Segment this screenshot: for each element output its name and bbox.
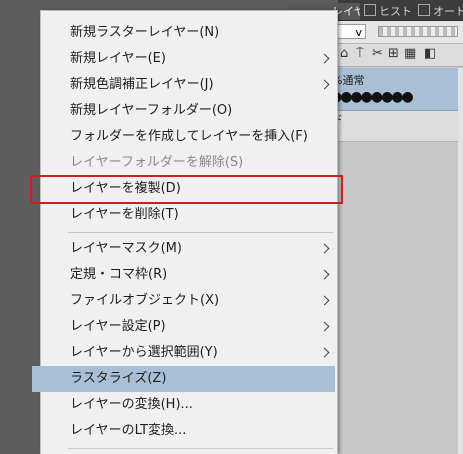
menu-item-new-correction-layer[interactable]: 新規色調補正レイヤー(J)	[41, 72, 337, 98]
menu-item-selection-from-layer[interactable]: レイヤーから選択範囲(Y)	[41, 340, 337, 366]
layer-context-menu: 新規ラスターレイヤー(N) 新規レイヤー(E) 新規色調補正レイヤー(J) 新規…	[30, 10, 343, 454]
menu-item-release-folder: レイヤーフォルダーを解除(S)	[41, 150, 337, 176]
layer-color-icon[interactable]: ▦	[404, 47, 416, 61]
chevron-right-icon	[319, 243, 330, 254]
menu-item-label: 新規色調補正レイヤー(J)	[70, 77, 214, 92]
layer-row-selected[interactable]: %通常 ●●●●●●●●	[330, 68, 463, 111]
menu-item-label: レイヤーの変換(H)...	[70, 397, 193, 412]
menu-item-new-layer-folder[interactable]: 新規レイヤーフォルダー(O)	[41, 98, 337, 124]
reference-layer-icon[interactable]: ⍑	[356, 47, 364, 61]
menu-item-create-folder-insert[interactable]: フォルダーを作成してレイヤーを挿入(F)	[41, 124, 337, 150]
lock-transparency-icon[interactable]: ⊞	[388, 47, 399, 61]
menu-item-label: ファイルオブジェクト(X)	[70, 293, 220, 308]
menu-item-label: レイヤーを削除(T)	[70, 207, 179, 222]
chevron-right-icon	[319, 347, 330, 358]
opacity-slider[interactable]	[378, 26, 458, 37]
mask-icon[interactable]: ◧	[424, 47, 436, 61]
menu-item-label: レイヤーマスク(M)	[70, 241, 182, 256]
chevron-right-icon	[319, 321, 330, 332]
menu-item-label: レイヤーフォルダーを解除(S)	[70, 155, 244, 170]
menu-item-lt-conversion[interactable]: レイヤーのLT変換...	[41, 418, 337, 444]
layer-lock-icon[interactable]: ⌂	[340, 47, 348, 61]
layer-scrollbar[interactable]	[458, 68, 463, 454]
menu-item-label: レイヤーから選択範囲(Y)	[70, 345, 218, 360]
menu-item-label: 新規レイヤー(E)	[70, 51, 166, 66]
auto-action-icon	[418, 4, 430, 16]
menu-item-convert-layer[interactable]: レイヤーの変換(H)...	[41, 392, 337, 418]
history-icon	[364, 4, 376, 16]
menu-item-delete-layer[interactable]: レイヤーを削除(T)	[41, 202, 337, 228]
chevron-right-icon	[319, 53, 330, 64]
menu-item-new-raster-layer[interactable]: 新規ラスターレイヤー(N)	[41, 20, 337, 46]
menu-item-layer-settings[interactable]: レイヤー設定(P)	[41, 314, 337, 340]
menu-item-label: 新規ラスターレイヤー(N)	[70, 25, 220, 40]
menu-item-ruler-frame[interactable]: 定規・コマ枠(R)	[41, 262, 337, 288]
chevron-right-icon	[319, 79, 330, 90]
menu-item-label: レイヤーを複製(D)	[70, 181, 181, 196]
menu-item-rasterize[interactable]: ラスタライズ(Z)	[32, 366, 335, 392]
menu-item-new-layer[interactable]: 新規レイヤー(E)	[41, 46, 337, 72]
menu-item-layer-mask[interactable]: レイヤーマスク(M)	[41, 236, 337, 262]
layer-tool-row: ⌂ ⍑ ✂ ⊞ ▦ ◧	[338, 44, 463, 67]
tab-auto-action[interactable]: オートアクション	[418, 3, 463, 20]
menu-item-label: フォルダーを作成してレイヤーを挿入(F)	[70, 129, 308, 144]
blend-mode-row: v	[334, 21, 463, 44]
panel-tab-bar: レイヤー ヒストリー オートアクション	[288, 0, 463, 21]
layer-row[interactable]: ド	[332, 111, 463, 142]
menu-item-file-object[interactable]: ファイルオブジェクト(X)	[41, 288, 337, 314]
menu-item-label: レイヤーのLT変換...	[70, 423, 187, 438]
chevron-right-icon	[319, 295, 330, 306]
menu-separator	[68, 232, 333, 233]
menu-item-label: ラスタライズ(Z)	[70, 371, 167, 386]
menu-separator	[68, 448, 333, 449]
menu-item-duplicate-layer[interactable]: レイヤーを複製(D)	[41, 176, 337, 202]
tab-history[interactable]: ヒストリー	[364, 3, 414, 20]
layer-panel: レイヤー ヒストリー オートアクション v ⌂ ⍑ ✂ ⊞ ▦ ◧ %通常 ●●…	[288, 0, 463, 454]
layer-name-dots: ●●●●●●●●	[330, 89, 414, 105]
menu-item-label: 新規レイヤーフォルダー(O)	[70, 103, 233, 118]
menu-item-label: 定規・コマ枠(R)	[70, 267, 168, 282]
chevron-right-icon	[319, 269, 330, 280]
menu-item-label: レイヤー設定(P)	[70, 319, 166, 334]
clip-layer-icon[interactable]: ✂	[372, 47, 383, 61]
blend-mode-select[interactable]: v	[334, 24, 366, 39]
